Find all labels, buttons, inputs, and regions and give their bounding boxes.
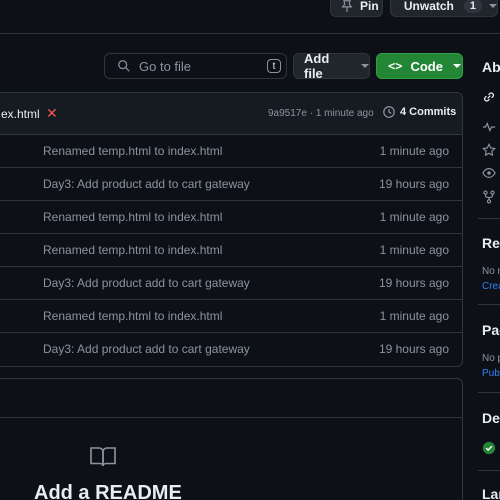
chevron-down-icon [452, 64, 461, 68]
code-button[interactable]: <> Code [376, 53, 463, 79]
releases-text: No r [482, 266, 500, 277]
pin-button[interactable]: Pin [330, 0, 383, 17]
chevron-down-icon [361, 64, 369, 68]
readme-title: Add a README [34, 482, 182, 500]
search-icon [118, 60, 130, 72]
commit-message[interactable]: Renamed temp.html to index.html [43, 309, 222, 323]
commit-time: 19 hours ago [378, 177, 449, 191]
unwatch-label: Unwatch [403, 0, 454, 13]
divider [478, 304, 500, 305]
star-icon [482, 143, 496, 157]
divider [478, 392, 500, 393]
list-item[interactable]: Renamed temp.html to index.html 1 minute … [0, 234, 462, 267]
list-item[interactable]: Renamed temp.html to index.html 1 minute … [0, 201, 462, 234]
code-icon: <> [388, 59, 403, 73]
pin-label: Pin [360, 0, 379, 13]
list-item[interactable]: Day3: Add product add to cart gateway 19 … [0, 333, 462, 366]
list-item[interactable]: Day3: Add product add to cart gateway 19 … [0, 168, 462, 201]
commit-message[interactable]: Day3: Add product add to cart gateway [43, 342, 250, 356]
list-item[interactable]: Day3: Add product add to cart gateway 19 … [0, 267, 462, 300]
commit-message[interactable]: Day3: Add product add to cart gateway [43, 276, 250, 290]
commits-label: 4 Commits [400, 106, 457, 118]
commit-message[interactable]: Day3: Add product add to cart gateway [43, 177, 250, 191]
commit-hash[interactable]: 9a9517e · 1 minute ago [268, 108, 374, 119]
divider [478, 470, 500, 471]
repo-header-bar: Pin Unwatch 1 [0, 0, 500, 34]
commit-message[interactable]: Renamed temp.html to index.html [43, 210, 222, 224]
create-release-link[interactable]: Crea [482, 281, 500, 292]
languages-heading: Lan [482, 486, 500, 500]
code-label: Code [410, 58, 443, 74]
commit-time: 1 minute ago [379, 144, 449, 158]
eye-icon [482, 168, 496, 178]
commits-link[interactable]: 4 Commits [382, 105, 456, 119]
book-icon [90, 447, 116, 467]
list-item[interactable]: Renamed temp.html to index.html 1 minute … [0, 135, 462, 168]
commit-message[interactable]: Renamed temp.html to index.html [43, 243, 222, 257]
about-heading: Abo [482, 59, 500, 75]
packages-text: No p [482, 353, 500, 364]
readme-header [0, 379, 462, 418]
commit-message[interactable]: Renamed temp.html to index.html [43, 144, 222, 158]
releases-heading[interactable]: Rel [482, 235, 500, 251]
file-list: ex.html ✕ 9a9517e · 1 minute ago 4 Commi… [0, 92, 463, 367]
deployments-heading[interactable]: Dep [482, 410, 500, 426]
activity-icon [482, 121, 496, 133]
list-item[interactable]: Renamed temp.html to index.html 1 minute … [0, 300, 462, 333]
check-circle-icon [482, 441, 496, 455]
publish-package-link[interactable]: Publ [482, 368, 500, 379]
add-file-label: Add file [304, 51, 330, 81]
fork-icon [483, 190, 495, 204]
add-file-button[interactable]: Add file [293, 51, 370, 81]
commit-time: 19 hours ago [378, 342, 449, 356]
close-icon[interactable]: ✕ [46, 105, 58, 122]
file-name[interactable]: ex.html [1, 107, 40, 121]
readme-panel: Add a README [0, 378, 463, 500]
commit-time: 19 hours ago [378, 276, 449, 290]
search-input[interactable] [139, 58, 259, 74]
go-to-file-search[interactable]: t [104, 53, 287, 79]
keyboard-shortcut-badge: t [267, 59, 281, 73]
latest-commit-header: ex.html ✕ 9a9517e · 1 minute ago 4 Commi… [0, 93, 462, 135]
commit-time: 1 minute ago [379, 309, 449, 323]
repo-sidebar: Abo Rel No r Crea Pac No p Publ Dep Lan [478, 0, 500, 500]
packages-heading[interactable]: Pac [482, 322, 500, 338]
link-icon [484, 92, 494, 102]
history-icon [383, 106, 395, 118]
eye-icon [398, 5, 399, 6]
divider [478, 218, 500, 219]
pin-icon [341, 0, 353, 12]
commit-time: 1 minute ago [379, 243, 449, 257]
commit-time: 1 minute ago [379, 210, 449, 224]
